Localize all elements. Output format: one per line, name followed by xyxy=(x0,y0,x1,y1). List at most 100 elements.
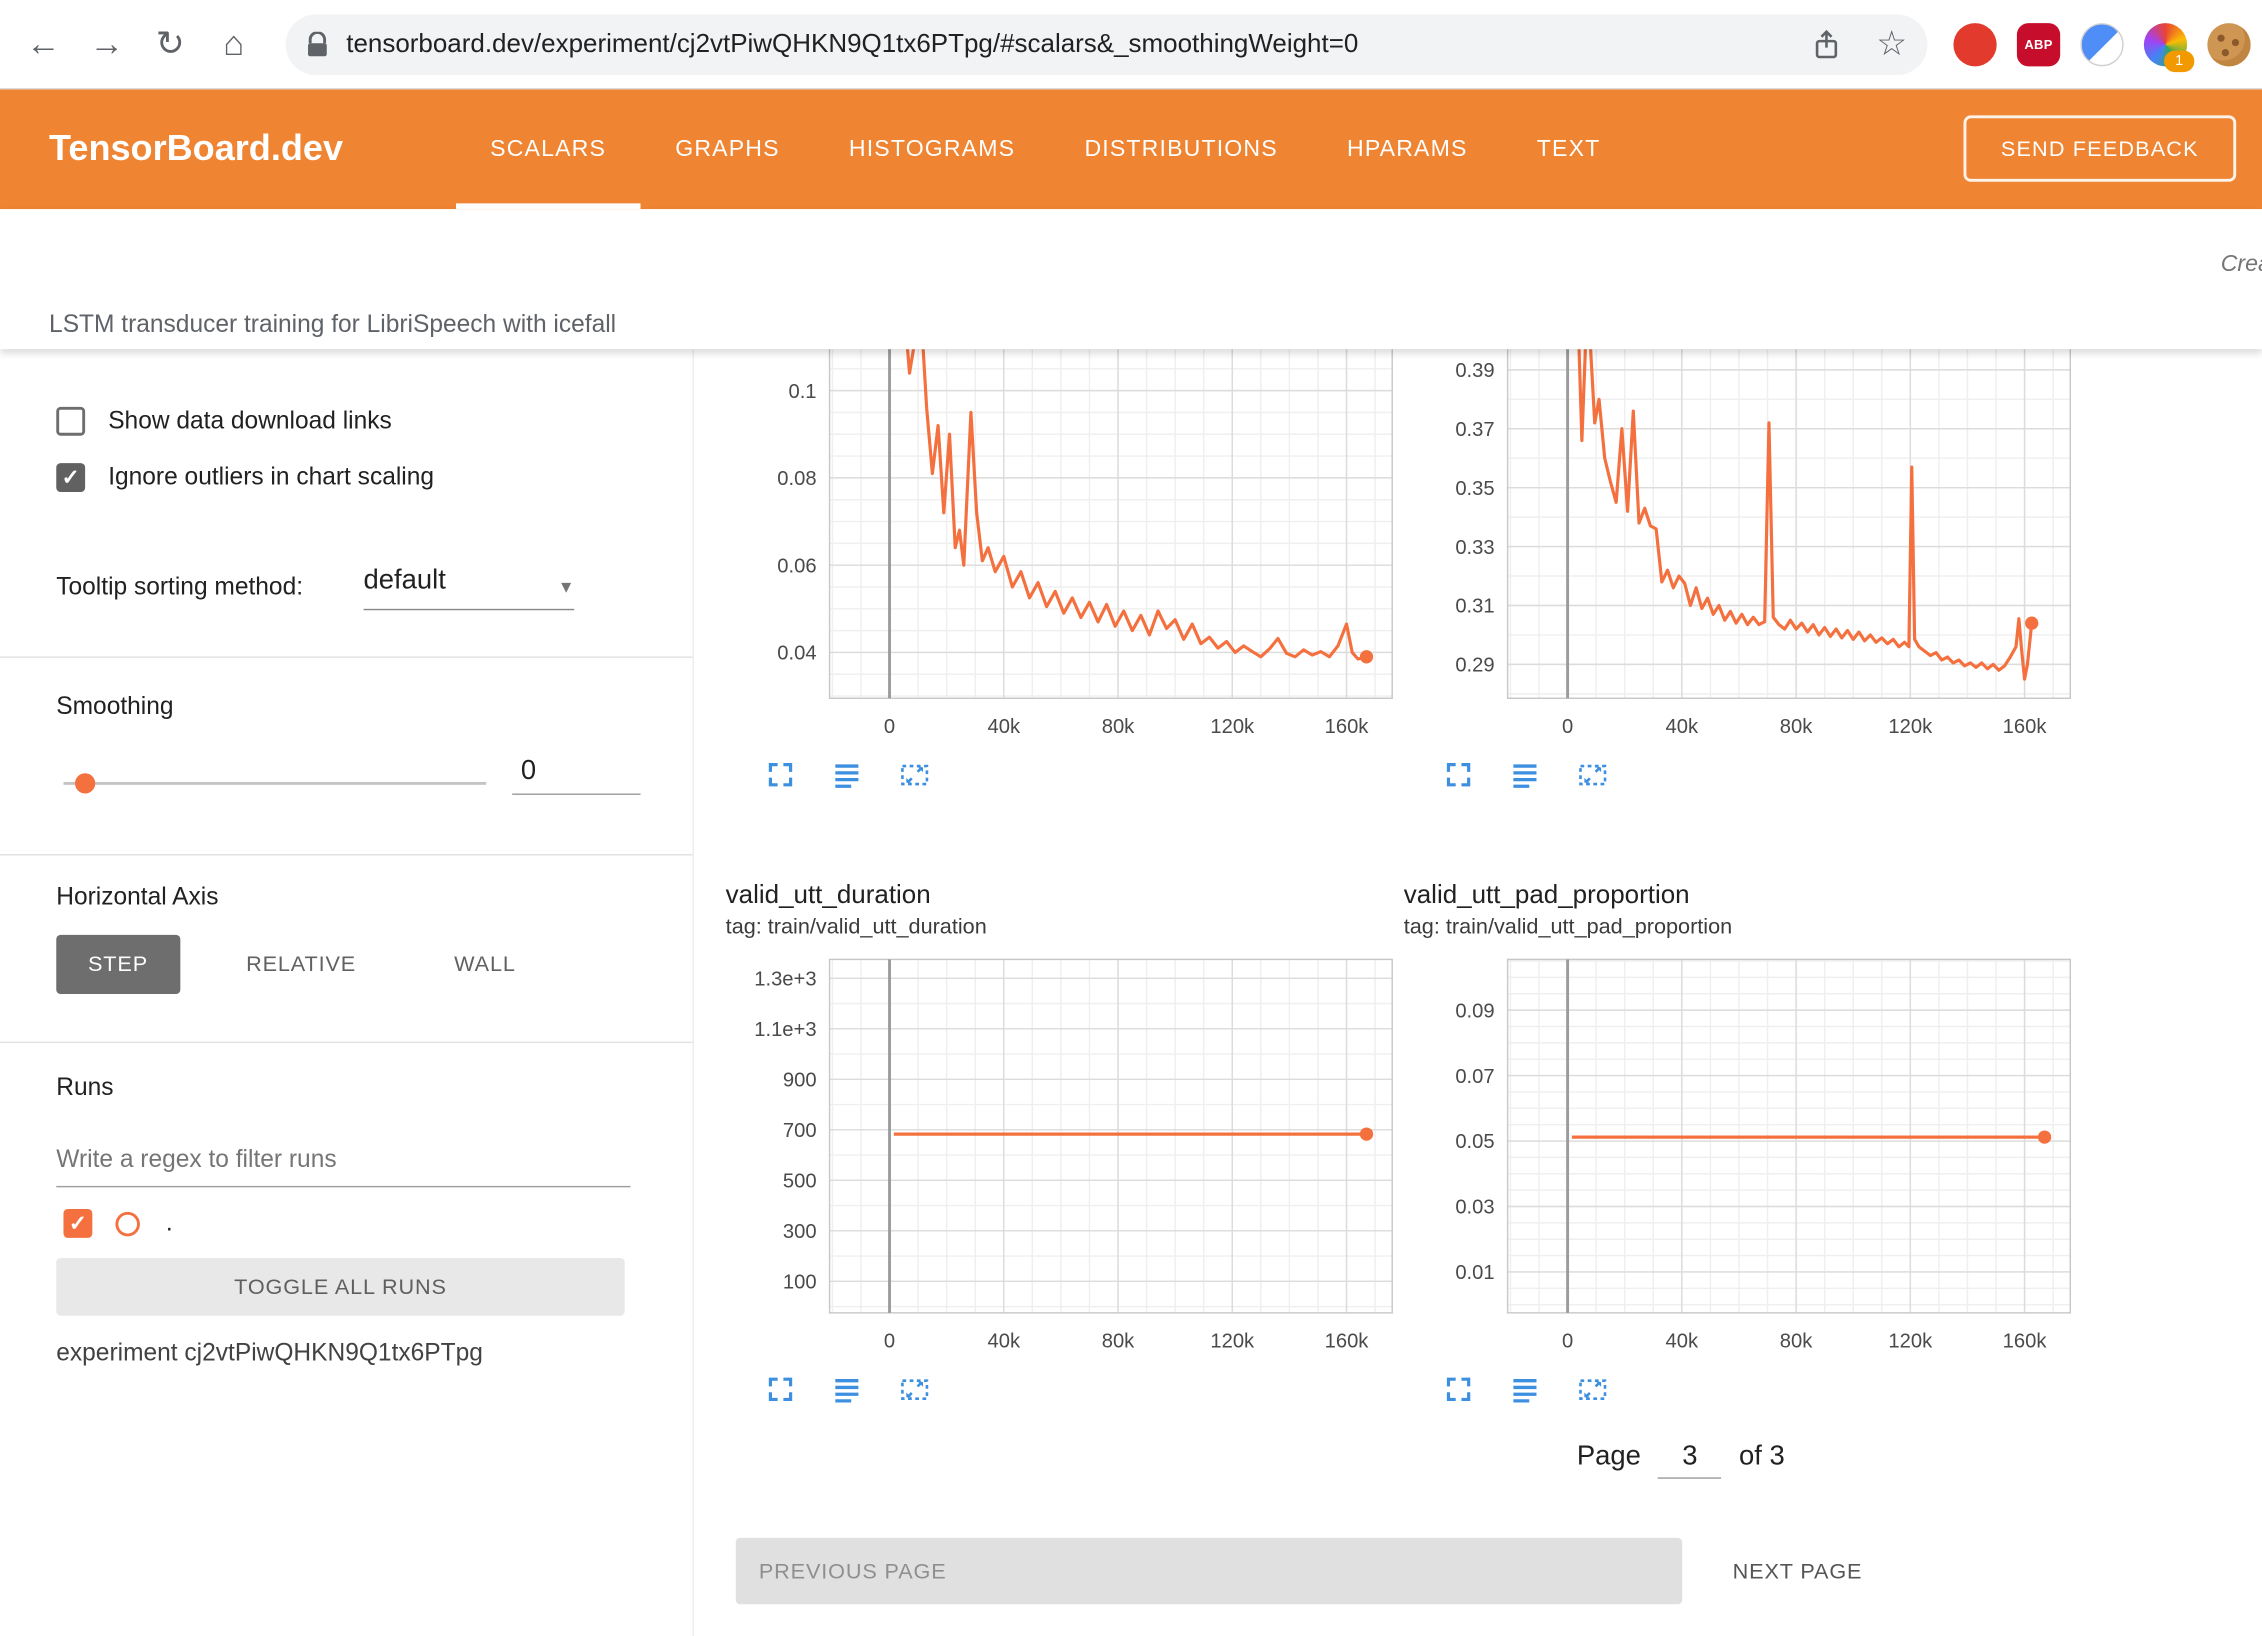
tab-histograms[interactable]: HISTOGRAMS xyxy=(814,89,1050,209)
adblock-icon[interactable] xyxy=(1953,22,1996,65)
chart-toolbar xyxy=(1444,1375,2082,1404)
svg-text:40k: 40k xyxy=(987,1330,1020,1352)
abp-icon[interactable]: ABP xyxy=(2017,22,2060,65)
fit-domain-button[interactable] xyxy=(1577,760,1609,789)
axis-relative-button[interactable]: RELATIVE xyxy=(214,935,387,994)
expand-icon xyxy=(1444,1375,1473,1404)
svg-text:80k: 80k xyxy=(1102,716,1135,738)
brand-logo[interactable]: TensorBoard.dev xyxy=(49,128,343,170)
tooltip-sorting-value: default xyxy=(364,566,446,596)
list-icon xyxy=(1511,1375,1540,1404)
list-icon xyxy=(1511,760,1540,789)
line-chart[interactable]: 1003005007009001.1e+31.3e+3040k80k120k16… xyxy=(726,955,1401,1363)
line-chart[interactable]: 0.010.030.050.070.09040k80k120k160k xyxy=(1404,955,2079,1363)
bookmark-star-icon[interactable]: ☆ xyxy=(1876,23,1907,65)
chart-toolbar xyxy=(766,760,1404,789)
chevron-down-icon: ▾ xyxy=(561,574,571,599)
fit-domain-button[interactable] xyxy=(1577,1375,1609,1404)
svg-text:0.37: 0.37 xyxy=(1455,419,1494,441)
expand-icon xyxy=(1444,760,1473,789)
toggle-all-runs-button[interactable]: TOGGLE ALL RUNS xyxy=(56,1258,624,1316)
forward-icon[interactable]: → xyxy=(75,24,138,64)
fit-domain-button[interactable] xyxy=(899,760,931,789)
expand-chart-button[interactable] xyxy=(766,760,795,789)
svg-text:160k: 160k xyxy=(2003,1330,2048,1352)
send-feedback-button[interactable]: SEND FEEDBACK xyxy=(1963,115,2236,181)
svg-text:0.01: 0.01 xyxy=(1455,1262,1494,1284)
svg-text:0.06: 0.06 xyxy=(777,555,816,577)
expand-chart-button[interactable] xyxy=(1444,760,1473,789)
tab-text[interactable]: TEXT xyxy=(1502,89,1635,209)
svg-text:300: 300 xyxy=(783,1221,817,1243)
experiment-id: experiment cj2vtPiwQHKN9Q1tx6PTpg xyxy=(56,1339,483,1368)
run-checkbox[interactable]: ✓ xyxy=(63,1209,92,1238)
home-icon[interactable]: ⌂ xyxy=(202,24,265,64)
cookie-icon[interactable] xyxy=(2207,22,2250,65)
pagination: Page of 3 xyxy=(1577,1440,1785,1479)
next-page-button[interactable]: NEXT PAGE xyxy=(1712,1538,1882,1604)
profile-badge: 1 xyxy=(2164,50,2194,72)
extension-icon[interactable] xyxy=(2080,22,2123,65)
show-download-label: Show data download links xyxy=(108,407,392,436)
svg-text:120k: 120k xyxy=(1888,1330,1933,1352)
app-header: TensorBoard.dev SCALARS GRAPHS HISTOGRAM… xyxy=(0,89,2262,209)
svg-text:0: 0 xyxy=(1562,1330,1573,1352)
fit-domain-button[interactable] xyxy=(899,1375,931,1404)
axis-wall-button[interactable]: WALL xyxy=(422,935,547,994)
runs-filter-input[interactable] xyxy=(56,1140,630,1188)
url-bar[interactable]: tensorboard.dev/experiment/cj2vtPiwQHKN9… xyxy=(286,14,1928,75)
axis-step-button[interactable]: STEP xyxy=(56,935,179,994)
tab-scalars[interactable]: SCALARS xyxy=(456,89,641,209)
chart-card: tag: train/valid_pruned_loss 0.040.060.0… xyxy=(726,349,1404,789)
svg-text:0.39: 0.39 xyxy=(1455,360,1494,382)
runs-menu-button[interactable] xyxy=(832,1375,861,1404)
tab-distributions[interactable]: DISTRIBUTIONS xyxy=(1050,89,1313,209)
show-download-checkbox[interactable] xyxy=(56,407,85,436)
smoothing-value-input[interactable] xyxy=(512,753,640,795)
svg-text:0.09: 0.09 xyxy=(1455,1000,1494,1022)
extensions-area: ABP 1 xyxy=(1953,22,2250,65)
svg-text:120k: 120k xyxy=(1210,1330,1255,1352)
show-download-row: Show data download links xyxy=(56,407,392,436)
ignore-outliers-checkbox[interactable]: ✓ xyxy=(56,463,85,492)
page-label: Page xyxy=(1577,1441,1641,1473)
svg-text:40k: 40k xyxy=(987,716,1020,738)
url-text[interactable]: tensorboard.dev/experiment/cj2vtPiwQHKN9… xyxy=(346,29,1778,59)
runs-menu-button[interactable] xyxy=(832,760,861,789)
smoothing-slider[interactable] xyxy=(63,782,486,785)
svg-text:0.05: 0.05 xyxy=(1455,1131,1494,1153)
runs-label: Runs xyxy=(56,1073,113,1102)
tooltip-sorting-label: Tooltip sorting method: xyxy=(56,573,303,602)
runs-menu-button[interactable] xyxy=(1511,760,1540,789)
previous-page-button[interactable]: PREVIOUS PAGE xyxy=(736,1538,1682,1604)
ignore-outliers-label: Ignore outliers in chart scaling xyxy=(108,463,434,492)
svg-text:0.07: 0.07 xyxy=(1455,1066,1494,1088)
svg-text:0.1: 0.1 xyxy=(788,381,816,403)
smoothing-slider-thumb[interactable] xyxy=(75,773,95,793)
share-icon[interactable] xyxy=(1813,28,1842,60)
run-name: . xyxy=(166,1209,173,1238)
svg-text:0.29: 0.29 xyxy=(1455,655,1494,677)
created-text: Crea xyxy=(2221,252,2262,278)
profile-icon[interactable]: 1 xyxy=(2144,22,2187,65)
page-number-input[interactable] xyxy=(1658,1440,1721,1479)
expand-icon xyxy=(766,1375,795,1404)
list-icon xyxy=(832,1375,861,1404)
back-icon[interactable]: ← xyxy=(12,24,75,64)
subheader: Crea LSTM transducer training for LibriS… xyxy=(0,209,2262,349)
divider xyxy=(0,656,694,657)
smoothing-label: Smoothing xyxy=(56,692,173,721)
chart-card: tag: train/valid_tot_loss 0.290.310.330.… xyxy=(1404,349,2082,789)
horizontal-axis-buttons: STEP RELATIVE WALL xyxy=(56,935,547,994)
tooltip-sorting-dropdown[interactable]: default ▾ xyxy=(364,566,575,611)
refresh-icon[interactable]: ↻ xyxy=(138,23,201,65)
line-chart[interactable]: 0.290.310.330.350.370.39040k80k120k160k xyxy=(1404,349,2079,749)
tab-graphs[interactable]: GRAPHS xyxy=(641,89,815,209)
runs-menu-button[interactable] xyxy=(1511,1375,1540,1404)
expand-chart-button[interactable] xyxy=(766,1375,795,1404)
tab-hparams[interactable]: HPARAMS xyxy=(1312,89,1502,209)
chart-toolbar xyxy=(1444,760,2082,789)
svg-text:40k: 40k xyxy=(1666,716,1699,738)
expand-chart-button[interactable] xyxy=(1444,1375,1473,1404)
line-chart[interactable]: 0.040.060.080.1040k80k120k160k xyxy=(726,349,1401,749)
